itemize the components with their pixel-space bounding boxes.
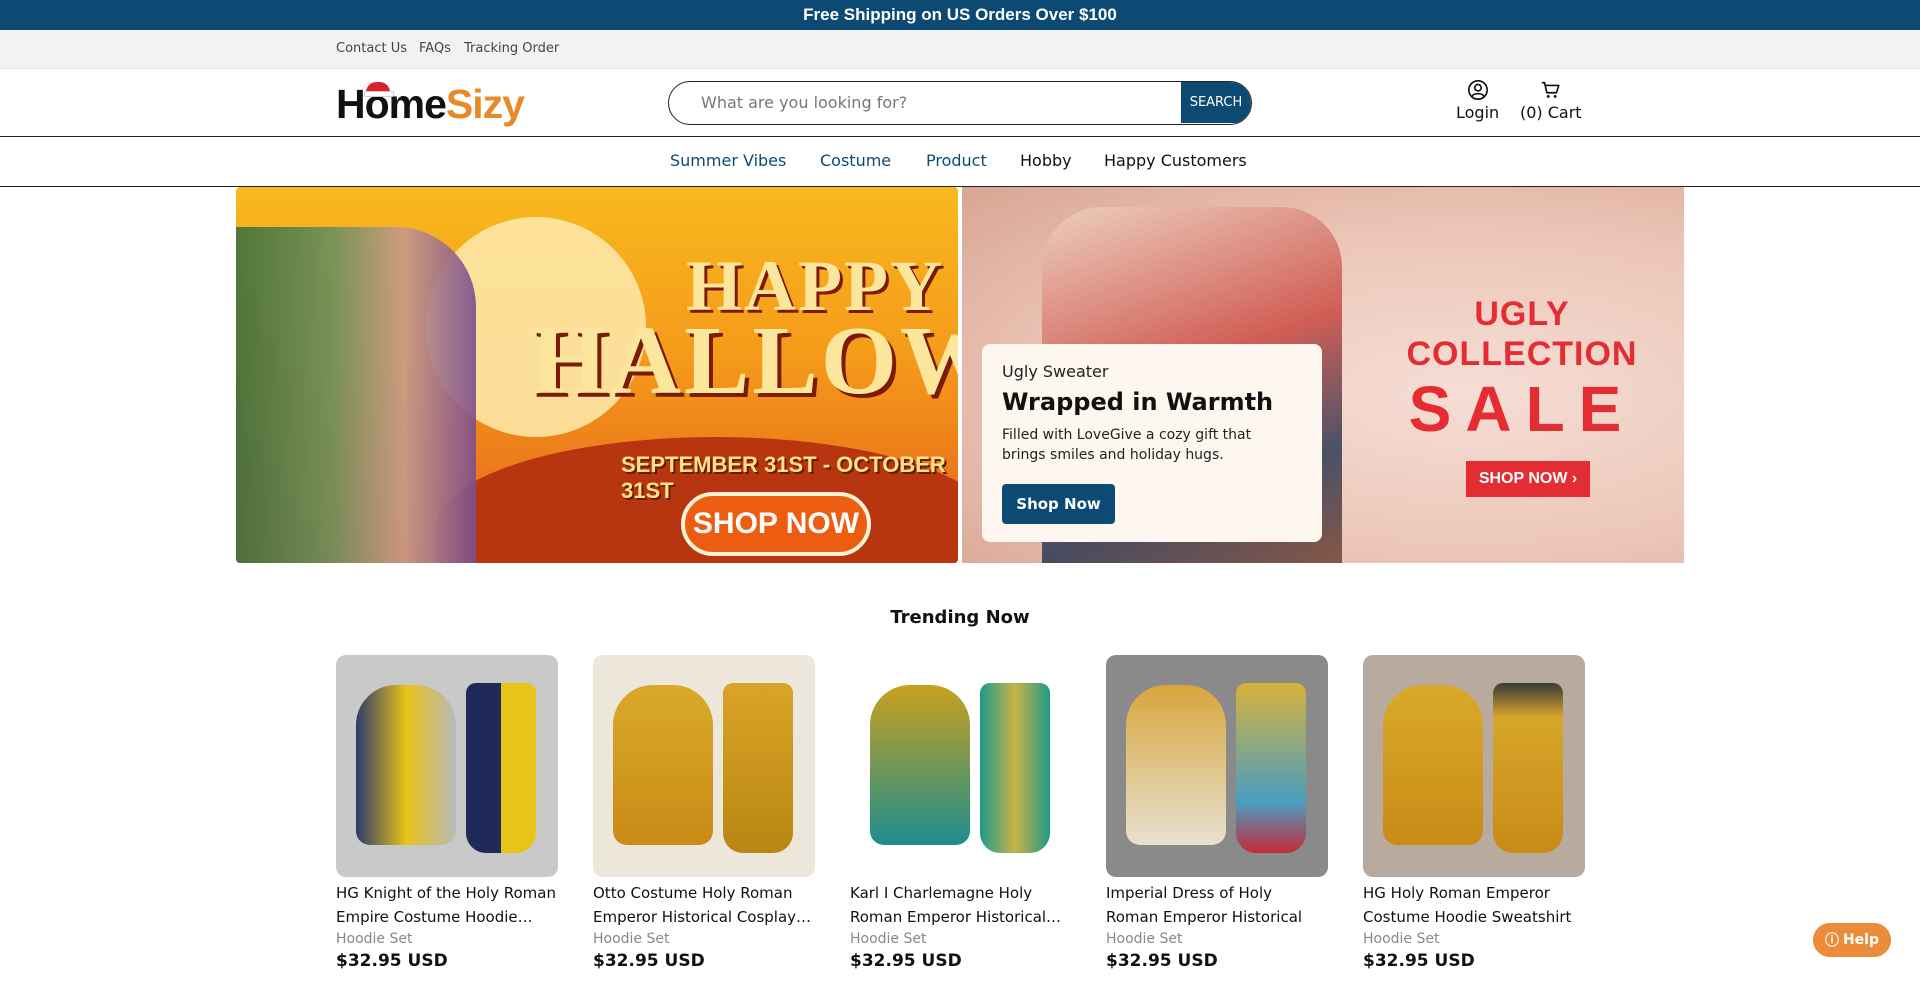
product-image[interactable] [593,655,815,877]
login-label: Login [1456,103,1500,122]
product-price: $32.95 USD [336,951,448,971]
cart-icon [1541,81,1560,98]
promo-title: Wrapped in Warmth [1002,388,1274,416]
halloween-banner[interactable]: HAPPY HALLOWEE SEPTEMBER 31ST - OCTOBER … [236,187,958,563]
sale-line-ugly: UGLY [1474,295,1570,333]
product-price: $32.95 USD [1106,951,1218,971]
faqs-link[interactable]: FAQs [419,41,451,56]
product-price: $32.95 USD [1363,951,1475,971]
product-card[interactable]: Imperial Dress of Holy Roman Emperor His… [1106,655,1328,971]
product-card[interactable]: Otto Costume Holy Roman Emperor Historic… [593,655,815,971]
sale-shop-now-button[interactable]: SHOP NOW › [1466,461,1590,497]
promo-shop-now-button[interactable]: Shop Now [1002,484,1115,524]
family-costume-image [236,227,476,563]
product-category: Hoodie Set [1363,931,1440,947]
homesizy-logo[interactable]: HomeSizy [336,81,525,127]
trending-title: Trending Now [890,607,1030,628]
announcement-bar: Free Shipping on US Orders Over $100 [0,0,1920,30]
product-category: Hoodie Set [1106,931,1183,947]
utility-bar: Contact Us FAQs Tracking Order [0,30,1920,69]
sale-line-sale: SALE [1408,373,1636,445]
product-card[interactable]: Karl I Charlemagne Holy Roman Emperor Hi… [850,655,1072,971]
product-image[interactable] [336,655,558,877]
product-name[interactable]: Otto Costume Holy Roman Emperor Historic… [593,881,815,929]
product-image[interactable] [850,655,1072,877]
user-icon [1467,80,1488,100]
product-category: Hoodie Set [336,931,413,947]
promo-description: Filled with LoveGive a cozy gift that br… [1002,427,1252,463]
product-price: $32.95 USD [593,951,705,971]
search-button[interactable]: SEARCH [1181,82,1251,123]
product-card[interactable]: HG Knight of the Holy Roman Empire Costu… [336,655,558,971]
nav-item-happy-customers[interactable]: Happy Customers [1104,151,1247,170]
contact-us-link[interactable]: Contact Us [336,41,407,56]
product-name[interactable]: HG Holy Roman Emperor Costume Hoodie Swe… [1363,881,1585,929]
promo-subtitle: Ugly Sweater [1002,362,1109,381]
help-label: Help [1842,932,1880,948]
nav-item-costume[interactable]: Costume [820,151,891,170]
halloween-shop-now-button[interactable]: SHOP NOW [681,492,871,556]
main-nav: Summer Vibes Costume Product Hobby Happy… [0,137,1920,187]
site-header: HomeSizy SEARCH Login (0) Cart [0,69,1920,137]
help-button[interactable]: ⓘ Help [1813,923,1891,957]
santa-hat-icon [364,82,394,97]
nav-item-product[interactable]: Product [926,151,987,170]
product-category: Hoodie Set [593,931,670,947]
help-icon: ⓘ [1824,933,1839,949]
product-image[interactable] [1363,655,1585,877]
halloween-title-main: HALLOWEE [531,307,958,415]
announcement-text: Free Shipping on US Orders Over $100 [803,5,1117,24]
cart-link[interactable]: (0) Cart [1520,79,1582,122]
search-input[interactable] [669,82,1181,123]
search-bar: SEARCH [668,81,1252,125]
product-price: $32.95 USD [850,951,962,971]
product-name[interactable]: Karl I Charlemagne Holy Roman Emperor Hi… [850,881,1072,929]
tracking-order-link[interactable]: Tracking Order [464,41,559,56]
login-link[interactable]: Login [1456,79,1499,122]
ugly-sweater-banner[interactable]: Ugly Sweater Wrapped in Warmth Filled wi… [962,187,1684,563]
product-image[interactable] [1106,655,1328,877]
nav-item-hobby[interactable]: Hobby [1020,151,1072,170]
sale-line-collection: COLLECTION [1406,335,1638,373]
promo-card: Ugly Sweater Wrapped in Warmth Filled wi… [982,344,1322,542]
cart-label: (0) Cart [1520,103,1582,122]
product-category: Hoodie Set [850,931,927,947]
nav-item-summer-vibes[interactable]: Summer Vibes [670,151,786,170]
product-name[interactable]: Imperial Dress of Holy Roman Emperor His… [1106,881,1328,929]
product-card[interactable]: HG Holy Roman Emperor Costume Hoodie Swe… [1363,655,1585,971]
product-name[interactable]: HG Knight of the Holy Roman Empire Costu… [336,881,558,929]
